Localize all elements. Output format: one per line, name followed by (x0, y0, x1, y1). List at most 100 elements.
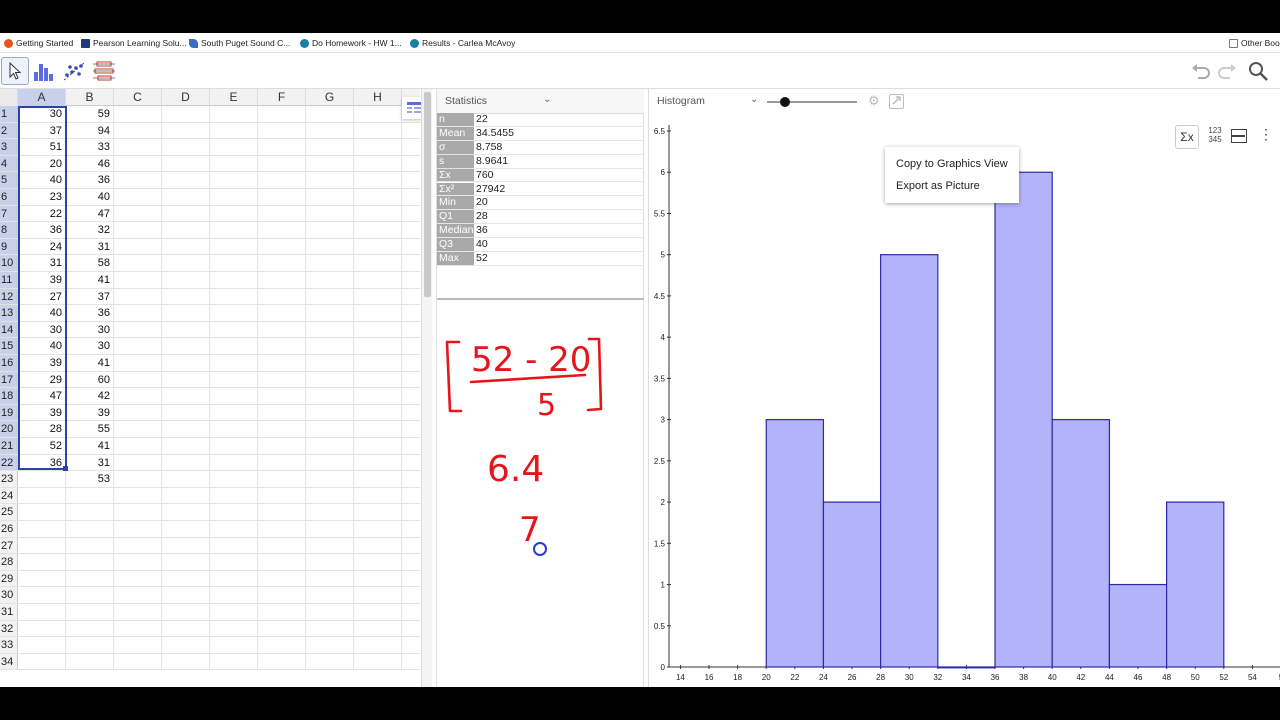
cell-empty[interactable] (354, 355, 402, 371)
cell-empty[interactable] (114, 106, 162, 122)
cell-empty[interactable] (258, 305, 306, 321)
cell-empty[interactable] (162, 288, 210, 305)
cell-empty[interactable] (258, 172, 306, 188)
cell-empty[interactable] (258, 454, 306, 471)
row-header[interactable]: 3 (0, 139, 18, 155)
cell-empty[interactable] (354, 155, 402, 172)
row-header[interactable]: 32 (0, 620, 18, 637)
cell-empty[interactable] (210, 222, 258, 238)
cell-empty[interactable] (354, 305, 402, 321)
show-data-button[interactable]: 123 345 (1203, 126, 1227, 148)
cell-empty[interactable] (162, 388, 210, 404)
cell-empty[interactable] (354, 421, 402, 437)
cell-empty[interactable] (114, 637, 162, 653)
cell-empty[interactable] (114, 454, 162, 471)
cell-a[interactable]: 52 (18, 438, 66, 454)
cell-empty[interactable] (210, 471, 258, 487)
cell-a[interactable] (18, 521, 66, 537)
row-header[interactable]: 17 (0, 371, 18, 388)
cell-b[interactable]: 46 (66, 155, 114, 172)
cell-empty[interactable] (258, 421, 306, 437)
cell-a[interactable]: 40 (18, 172, 66, 188)
cell-empty[interactable] (162, 189, 210, 205)
cell-empty[interactable] (162, 653, 210, 670)
cell-empty[interactable] (258, 255, 306, 271)
row-header[interactable]: 1 (0, 106, 18, 122)
row-header[interactable]: 26 (0, 521, 18, 537)
cell-empty[interactable] (114, 521, 162, 537)
row-header[interactable]: 2 (0, 122, 18, 139)
class-width-slider[interactable] (767, 97, 857, 107)
cell-empty[interactable] (354, 122, 402, 139)
cell-empty[interactable] (258, 637, 306, 653)
cell-empty[interactable] (258, 570, 306, 587)
cell-empty[interactable] (210, 454, 258, 471)
cell-empty[interactable] (306, 205, 354, 222)
cell-empty[interactable] (114, 238, 162, 255)
row-header[interactable]: 27 (0, 537, 18, 554)
cell-empty[interactable] (306, 421, 354, 437)
cell-empty[interactable] (354, 388, 402, 404)
row-header[interactable]: 20 (0, 421, 18, 437)
bookmark-pearson[interactable]: Pearson Learning Solu... (81, 38, 187, 48)
cell-empty[interactable] (210, 438, 258, 454)
cell-empty[interactable] (114, 371, 162, 388)
cell-empty[interactable] (258, 139, 306, 155)
cell-empty[interactable] (114, 570, 162, 587)
cell-a[interactable]: 36 (18, 222, 66, 238)
cell-a[interactable]: 28 (18, 421, 66, 437)
cell-empty[interactable] (114, 604, 162, 620)
cell-empty[interactable] (258, 272, 306, 288)
cell-a[interactable]: 40 (18, 338, 66, 354)
cell-empty[interactable] (258, 205, 306, 222)
cell-b[interactable] (66, 487, 114, 504)
cell-empty[interactable] (306, 321, 354, 338)
statistics-dropdown[interactable]: Statistics (445, 95, 487, 107)
cell-empty[interactable] (114, 155, 162, 172)
cell-b[interactable] (66, 637, 114, 653)
cell-a[interactable]: 51 (18, 139, 66, 155)
cell-empty[interactable] (258, 122, 306, 139)
cell-empty[interactable] (306, 521, 354, 537)
cell-a[interactable]: 30 (18, 321, 66, 338)
cell-empty[interactable] (162, 238, 210, 255)
cell-empty[interactable] (306, 255, 354, 271)
row-header[interactable]: 12 (0, 288, 18, 305)
cell-empty[interactable] (306, 155, 354, 172)
row-header[interactable]: 4 (0, 155, 18, 172)
cell-empty[interactable] (306, 537, 354, 554)
cell-empty[interactable] (210, 604, 258, 620)
cell-empty[interactable] (306, 172, 354, 188)
cell-a[interactable]: 40 (18, 305, 66, 321)
row-header[interactable]: 8 (0, 222, 18, 238)
cell-empty[interactable] (162, 620, 210, 637)
cell-empty[interactable] (210, 288, 258, 305)
cell-empty[interactable] (354, 172, 402, 188)
gear-icon[interactable]: ⚙ (868, 93, 880, 109)
cell-a[interactable] (18, 653, 66, 670)
cell-empty[interactable] (162, 139, 210, 155)
cell-empty[interactable] (210, 504, 258, 520)
cell-b[interactable]: 60 (66, 371, 114, 388)
cell-empty[interactable] (306, 189, 354, 205)
cell-empty[interactable] (114, 205, 162, 222)
cell-b[interactable]: 94 (66, 122, 114, 139)
cell-empty[interactable] (210, 421, 258, 437)
more-options-icon[interactable]: ⋮ (1259, 127, 1273, 141)
cell-empty[interactable] (258, 371, 306, 388)
vertical-scrollbar[interactable] (421, 89, 432, 687)
column-header-b[interactable]: B (66, 89, 114, 106)
chart-type-dropdown[interactable]: Histogram (657, 95, 705, 107)
cell-empty[interactable] (306, 106, 354, 122)
cell-empty[interactable] (162, 604, 210, 620)
row-header[interactable]: 16 (0, 355, 18, 371)
cell-a[interactable]: 30 (18, 106, 66, 122)
cell-b[interactable] (66, 554, 114, 570)
column-header-e[interactable]: E (210, 89, 258, 106)
cell-empty[interactable] (258, 604, 306, 620)
cell-a[interactable]: 31 (18, 255, 66, 271)
cell-empty[interactable] (306, 504, 354, 520)
cell-empty[interactable] (306, 305, 354, 321)
row-header[interactable]: 25 (0, 504, 18, 520)
row-header[interactable]: 18 (0, 388, 18, 404)
